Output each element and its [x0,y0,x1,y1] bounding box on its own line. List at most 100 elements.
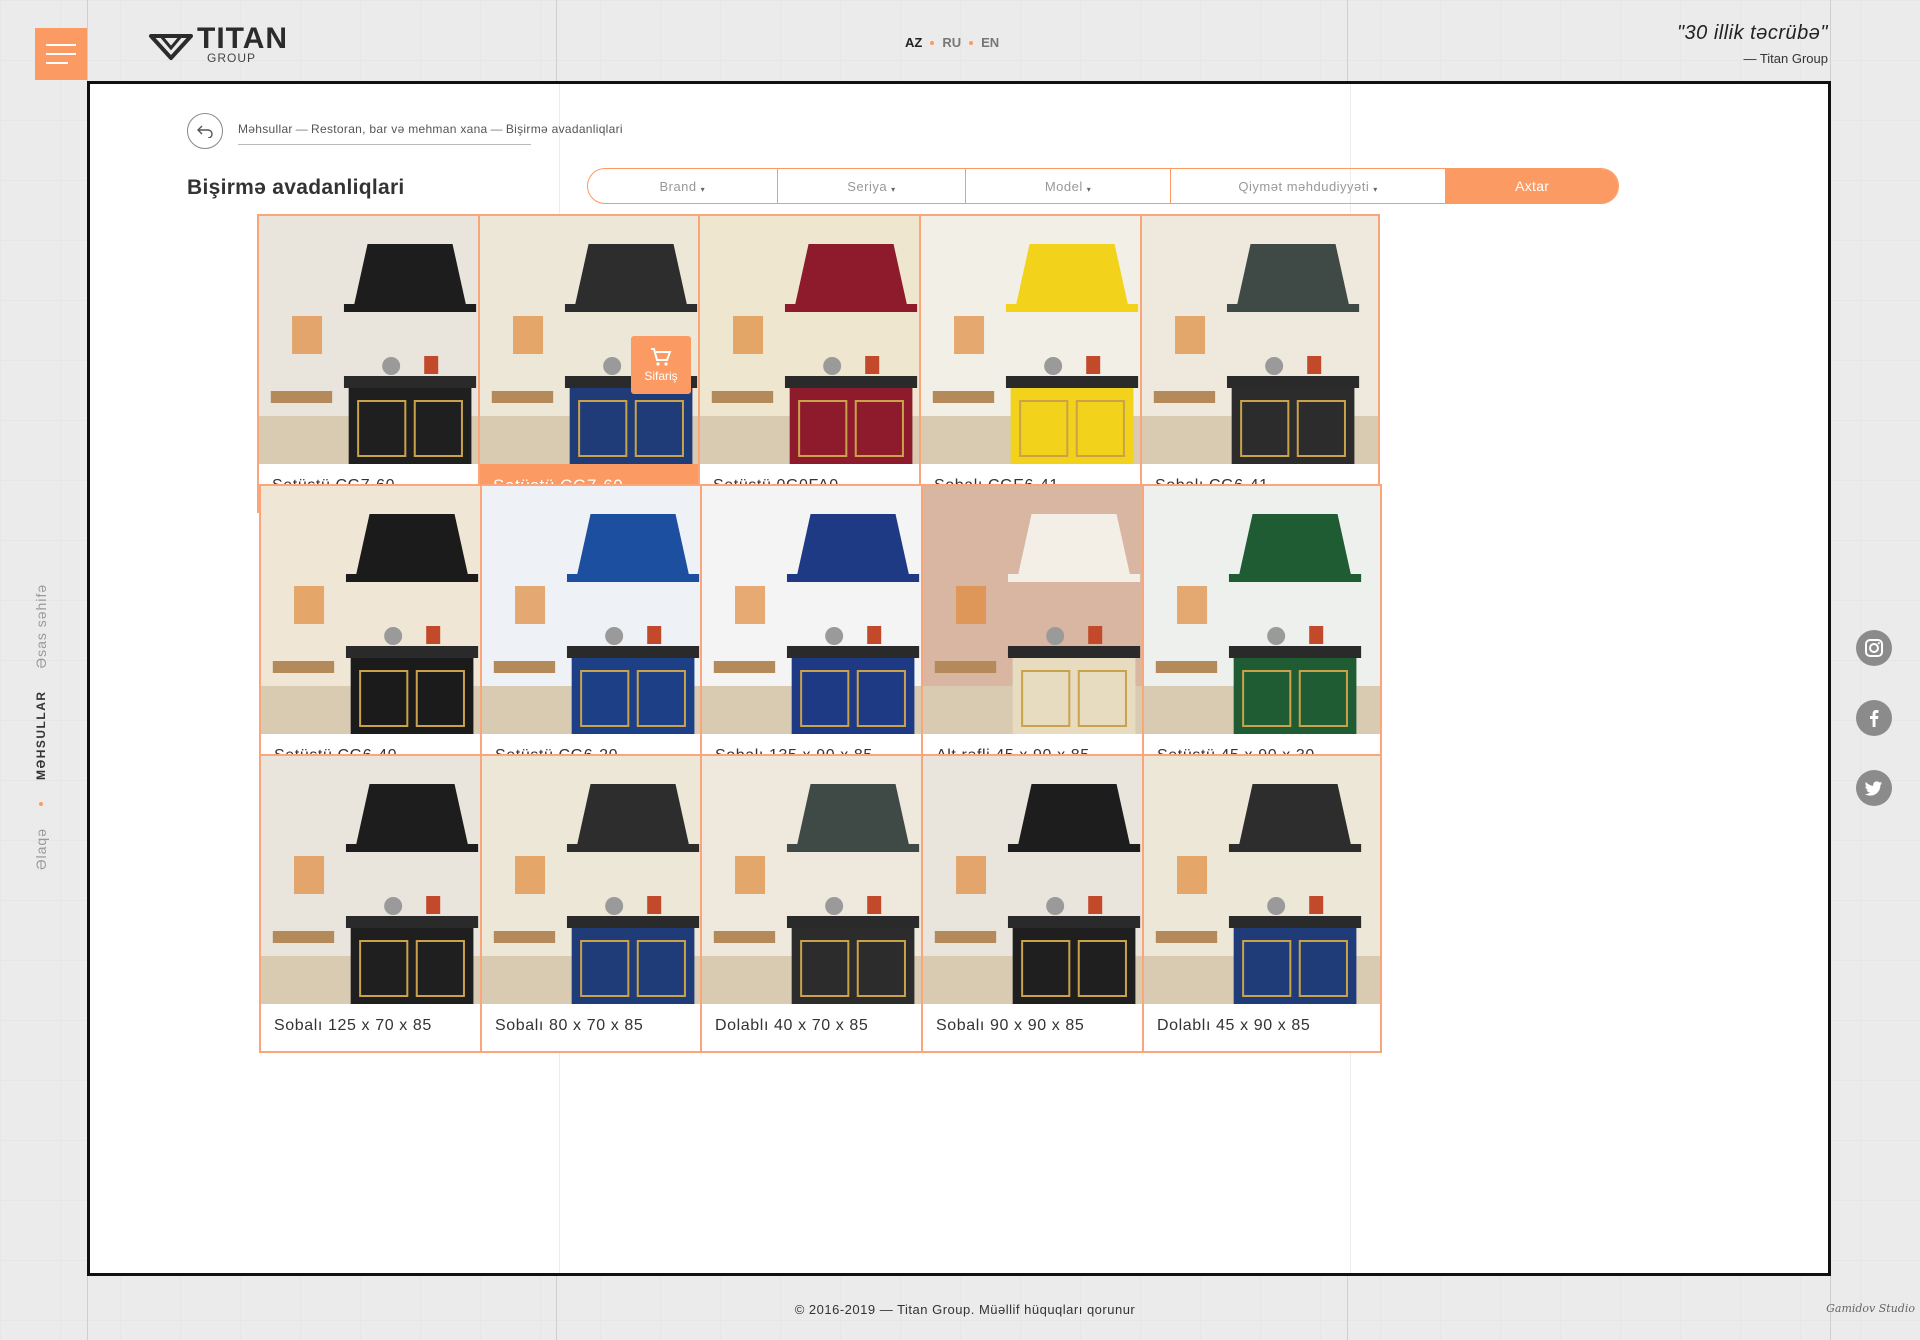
kitchen-range-illustration [923,756,1159,1004]
lang-en[interactable]: EN [981,35,999,50]
product-name: Dolablı 40 x 70 x 85 [715,1016,869,1034]
product-card[interactable]: Sobalı 135 x 90 x 85 [700,484,940,783]
illustration-shape [1010,388,1134,464]
nav-active-dot [39,801,43,806]
brand-filter-dropdown[interactable]: Brand ▾ [588,169,778,203]
product-card[interactable]: Setüstü 0G0FA0 [698,214,938,513]
chevron-down-icon: ▾ [1086,184,1092,194]
product-card[interactable]: Dolablı 40 x 70 x 85 [700,754,940,1053]
seriya-filter-dropdown[interactable]: Seriya ▾ [778,169,967,203]
illustration-shape [574,244,688,308]
nav-products[interactable]: MƏHSULLAR [34,690,48,780]
breadcrumb-item[interactable]: Restoran, bar və mehman xana [311,122,488,136]
illustration-shape [426,896,441,914]
product-card[interactable]: Setüstü CG6-20 [480,484,720,783]
product-card[interactable]: Setüstü CG6-40 [259,484,499,783]
illustration-shape [932,391,995,403]
illustration-shape [1017,514,1131,578]
shopping-cart-icon [651,348,672,366]
illustration-shape [1228,916,1362,928]
lang-ru[interactable]: RU [942,35,961,50]
illustration-shape [934,931,997,943]
illustration-shape [647,626,662,644]
product-card[interactable]: Sobalı 125 x 70 x 85 [259,754,499,1053]
illustration-shape [784,376,918,388]
nav-contact[interactable]: Əlaqə [33,828,49,870]
illustration-shape [1238,784,1352,848]
illustration-shape [1226,304,1360,312]
logo[interactable]: TITAN GROUP [147,24,288,64]
illustration-shape [576,784,690,848]
illustration-shape [353,244,467,308]
product-image [261,756,497,1004]
product-card[interactable]: Setüstü 45 x 90 x 30 [1142,484,1382,783]
kitchen-range-illustration [1142,216,1378,464]
kitchen-range-illustration [702,756,938,1004]
twitter-icon[interactable] [1856,770,1892,806]
product-card[interactable]: Sobalı 80 x 70 x 85 [480,754,720,1053]
kitchen-range-illustration [700,216,936,464]
product-card[interactable]: Alt rəfli 45 x 90 x 85 [921,484,1161,783]
kitchen-range-illustration [482,756,718,1004]
illustration-shape [647,896,662,914]
illustration-shape [1007,916,1141,928]
illustration-shape [1238,514,1352,578]
illustration-shape [1267,897,1286,915]
illustration-shape [713,931,776,943]
illustration-shape [1233,928,1357,1004]
illustration-shape [355,784,469,848]
illustration-shape [956,586,987,624]
breadcrumb-item[interactable]: Məhsullar [238,122,293,136]
product-name: Sobalı 125 x 70 x 85 [274,1016,432,1034]
menu-line [46,53,76,55]
illustration-shape [1155,931,1218,943]
illustration-shape [1226,376,1360,388]
search-button[interactable]: Axtar [1446,169,1618,203]
illustration-shape [791,928,915,1004]
kitchen-range-illustration [702,486,938,734]
nav-home[interactable]: Əsas səhifə [33,584,49,669]
order-button[interactable]: Sifariş [631,336,691,394]
product-image [700,216,936,464]
price-filter-dropdown[interactable]: Qiymət məhdudiyyəti ▾ [1171,169,1447,203]
product-card[interactable]: Dolablı 45 x 90 x 85 [1142,754,1382,1053]
illustration-shape [1309,896,1324,914]
illustration-shape [735,586,766,624]
studio-signature[interactable]: Gamidov Studio [1826,1302,1915,1315]
illustration-shape [1228,646,1362,658]
illustration-shape [1233,658,1357,734]
product-name: Dolablı 45 x 90 x 85 [1157,1016,1311,1034]
product-name: Sobalı 90 x 90 x 85 [936,1016,1085,1034]
illustration-shape [1007,844,1141,852]
instagram-icon[interactable] [1856,630,1892,666]
product-name: Sobalı 80 x 70 x 85 [495,1016,644,1034]
illustration-shape [956,856,987,894]
product-image [1142,216,1378,464]
illustration-shape [1046,897,1065,915]
product-card[interactable]: Sobalı CGE6-41 [919,214,1159,513]
facebook-icon[interactable] [1856,700,1892,736]
kitchen-range-illustration [921,216,1157,464]
product-card[interactable]: Setüstü CG7-60 [257,214,497,513]
kitchen-range-illustration [482,486,718,734]
lang-az[interactable]: AZ [905,35,922,50]
hamburger-menu-button[interactable] [35,28,87,80]
illustration-shape [1017,784,1131,848]
illustration-shape [1309,626,1324,644]
product-card[interactable]: Sobalı 90 x 90 x 85 [921,754,1161,1053]
illustration-shape [571,658,695,734]
illustration-shape [566,574,700,582]
model-filter-dropdown[interactable]: Model ▾ [966,169,1171,203]
illustration-shape [493,661,556,673]
product-card[interactable]: Sobalı CG6-41 [1140,214,1380,513]
illustration-shape [569,388,693,464]
illustration-shape [735,856,766,894]
breadcrumb-separator: — [295,122,309,136]
kitchen-range-illustration [923,486,1159,734]
illustration-shape [348,388,472,464]
illustration-shape [345,916,479,928]
illustration-shape [867,896,882,914]
back-button[interactable] [187,113,223,149]
illustration-shape [1177,586,1208,624]
product-image [1144,486,1380,734]
